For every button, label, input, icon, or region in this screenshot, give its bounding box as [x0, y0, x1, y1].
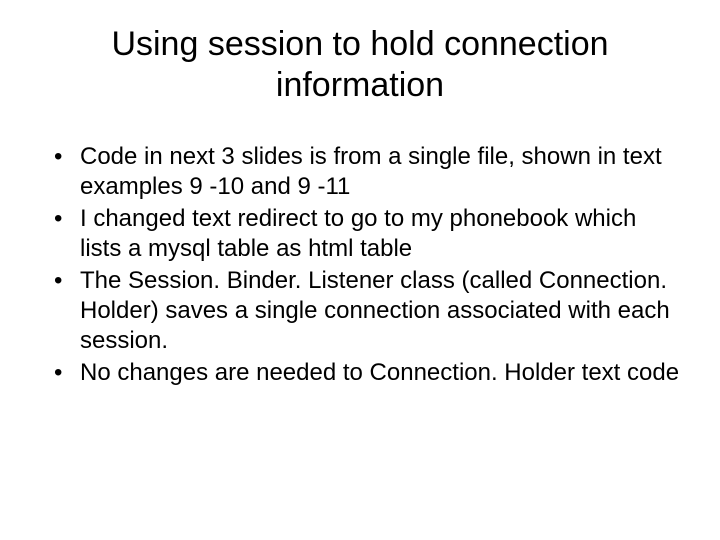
bullet-list: Code in next 3 slides is from a single f… [40, 142, 680, 388]
list-item: The Session. Binder. Listener class (cal… [48, 266, 680, 356]
list-item: No changes are needed to Connection. Hol… [48, 358, 680, 388]
list-item: I changed text redirect to go to my phon… [48, 204, 680, 264]
list-item: Code in next 3 slides is from a single f… [48, 142, 680, 202]
slide-title: Using session to hold connection informa… [40, 24, 680, 106]
